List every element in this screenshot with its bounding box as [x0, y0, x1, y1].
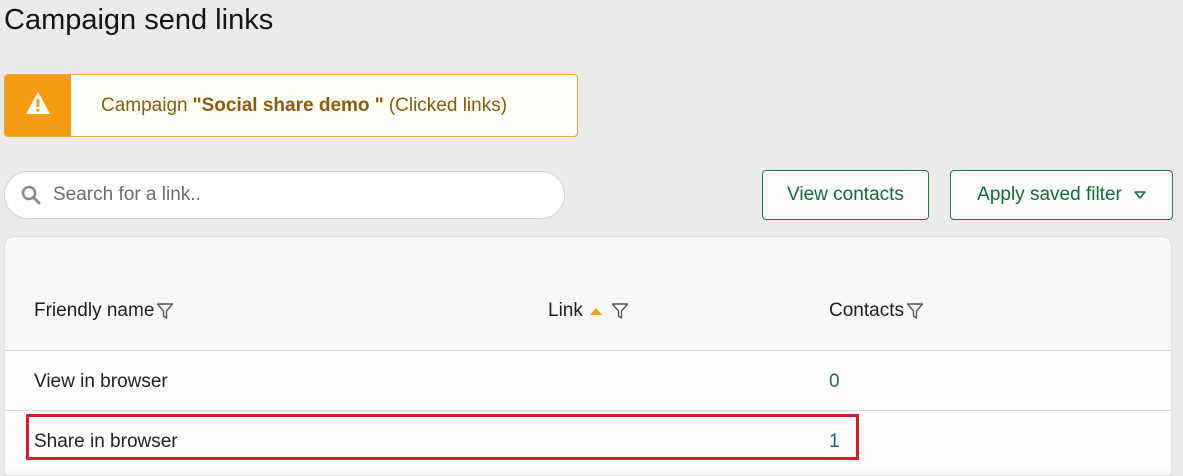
search-icon	[5, 185, 53, 205]
contacts-count-link[interactable]: 1	[829, 431, 840, 453]
links-table: Friendly name Link Contacts View in brow…	[4, 236, 1172, 476]
column-header-label: Contacts	[829, 300, 904, 321]
caret-down-icon	[1134, 191, 1146, 199]
table-row[interactable]: Share in browser 1	[5, 410, 1171, 470]
view-contacts-label: View contacts	[787, 184, 904, 205]
friendly-name-cell: View in browser	[34, 371, 168, 392]
contacts-count-link[interactable]: 0	[829, 371, 840, 393]
filter-icon[interactable]	[906, 302, 924, 320]
column-header-label: Friendly name	[34, 300, 155, 321]
table-row[interactable]: View in browser 0	[5, 350, 1171, 410]
page-title: Campaign send links	[4, 4, 274, 36]
column-header-label: Link	[548, 300, 583, 321]
search-input[interactable]	[53, 184, 533, 206]
apply-saved-filter-button[interactable]: Apply saved filter	[950, 170, 1173, 220]
column-header-link[interactable]: Link	[548, 300, 629, 322]
campaign-notice: Campaign "Social share demo " (Clicked l…	[4, 74, 578, 137]
notice-suffix: (Clicked links)	[388, 94, 508, 116]
notice-campaign-name: "Social share demo "	[192, 94, 384, 116]
notice-prefix: Campaign	[101, 94, 188, 116]
column-header-contacts[interactable]: Contacts	[829, 300, 924, 322]
apply-saved-filter-label: Apply saved filter	[977, 184, 1122, 205]
filter-icon[interactable]	[611, 302, 629, 320]
sort-ascending-icon[interactable]	[589, 307, 603, 316]
notice-icon-box	[5, 75, 71, 136]
search-box[interactable]	[4, 171, 565, 219]
notice-message: Campaign "Social share demo " (Clicked l…	[71, 75, 507, 136]
filter-icon[interactable]	[156, 302, 174, 320]
view-contacts-button[interactable]: View contacts	[762, 170, 929, 220]
friendly-name-cell: Share in browser	[34, 431, 178, 452]
warning-icon	[25, 91, 51, 120]
column-header-friendly-name[interactable]: Friendly name	[34, 300, 174, 322]
